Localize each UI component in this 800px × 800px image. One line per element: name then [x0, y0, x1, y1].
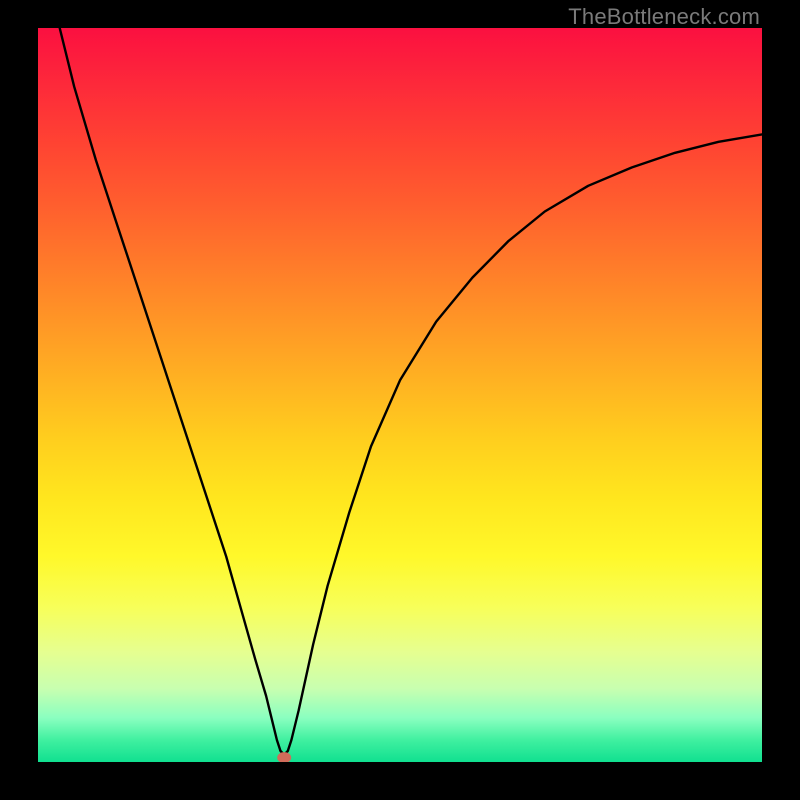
plot-area: [38, 28, 762, 762]
bottleneck-curve: [60, 28, 762, 755]
vertex-marker: [277, 752, 291, 762]
watermark-text: TheBottleneck.com: [568, 4, 760, 30]
chart-svg: [38, 28, 762, 762]
chart-frame: TheBottleneck.com: [0, 0, 800, 800]
